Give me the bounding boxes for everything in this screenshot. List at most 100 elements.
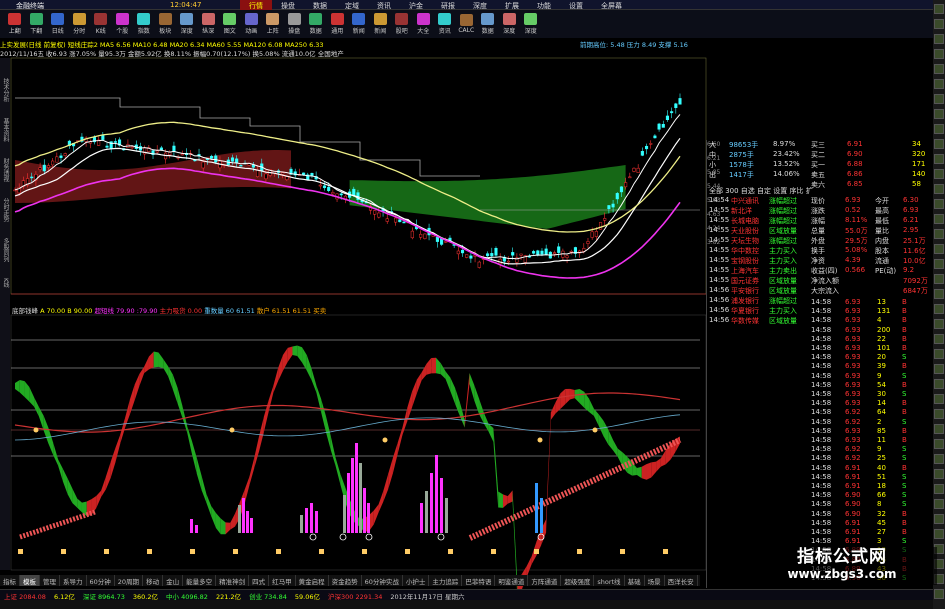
indicator-tab-8[interactable]: 能量多空 <box>183 575 217 586</box>
scroll-button[interactable] <box>934 274 944 284</box>
indicator-tab-12[interactable]: 黄金启程 <box>296 575 329 586</box>
scroll-button[interactable] <box>934 589 944 599</box>
book-vol: 171 <box>912 160 926 168</box>
candle-body <box>377 212 381 218</box>
indicator-tab-2[interactable]: 管理 <box>40 575 60 586</box>
indicator-tab-18[interactable]: 明鉴通道 <box>495 575 529 586</box>
indicator-tab-23[interactable]: 场景 <box>645 575 665 586</box>
indicator-tab-15[interactable]: 小护士 <box>403 575 430 586</box>
scroll-button[interactable] <box>934 469 944 479</box>
indicator-tab-14[interactable]: 60分钟实战 <box>362 575 403 586</box>
scroll-button[interactable] <box>934 409 944 419</box>
scroll-button[interactable] <box>934 94 944 104</box>
indicator-tab-19[interactable]: 方阵通道 <box>528 575 562 586</box>
hand-marker-icon <box>319 549 324 554</box>
oscillator-band <box>641 464 647 480</box>
scroll-button[interactable] <box>934 529 944 539</box>
tick-price: 6.92 <box>845 417 861 426</box>
indicator-tab-11[interactable]: 红马甲 <box>269 575 296 586</box>
scroll-button[interactable] <box>934 214 944 224</box>
tick-time: 14:58 <box>811 509 832 518</box>
scroll-button[interactable] <box>934 49 944 59</box>
volume-bar <box>315 511 318 533</box>
panel-tab-row: 全部 300 自选 自定 设置 序比 扩 <box>707 186 932 196</box>
scroll-button[interactable] <box>934 259 944 269</box>
indicator-tab-22[interactable]: 基础 <box>625 575 645 586</box>
tick-time: 14:58 <box>811 426 832 435</box>
tick-price: 6.92 <box>845 408 861 417</box>
indicator-tab-3[interactable]: 系导力 <box>60 575 87 586</box>
tick-price: 6.93 <box>845 307 861 316</box>
tick-dir: B <box>902 334 907 343</box>
scroll-button[interactable] <box>934 79 944 89</box>
scroll-button[interactable] <box>934 184 944 194</box>
oscillator-band <box>526 556 532 577</box>
scroll-button[interactable] <box>934 229 944 239</box>
indicator-tab-21[interactable]: short线 <box>594 575 625 586</box>
scroll-button[interactable] <box>934 424 944 434</box>
watermark: 指标公式网 www.zbgs3.com <box>747 547 937 585</box>
scroll-button[interactable] <box>934 454 944 464</box>
scroll-button[interactable] <box>934 514 944 524</box>
scroll-button[interactable] <box>934 334 944 344</box>
indicator-tab-4[interactable]: 60分钟 <box>87 575 115 586</box>
oscillator-band <box>507 490 513 504</box>
scroll-button[interactable] <box>934 109 944 119</box>
candle-body <box>661 124 665 128</box>
tick-dir: B <box>902 518 907 527</box>
indicator-tab-20[interactable]: 超级强度 <box>561 575 595 586</box>
scroll-button[interactable] <box>934 439 944 449</box>
scroll-button[interactable] <box>934 244 944 254</box>
scroll-button[interactable] <box>934 379 944 389</box>
indicator-tab-10[interactable]: 四式 <box>249 575 270 586</box>
tick-dir: S <box>902 482 907 490</box>
indicator-tab-17[interactable]: 巴菲特语 <box>462 575 496 586</box>
scroll-button[interactable] <box>934 154 944 164</box>
scroll-button[interactable] <box>934 499 944 509</box>
scroll-button[interactable] <box>934 289 944 299</box>
candle-body <box>670 111 674 114</box>
scroll-button[interactable] <box>934 319 944 329</box>
scroll-button[interactable] <box>934 364 944 374</box>
indicator-tab-7[interactable]: 金山 <box>163 575 184 586</box>
candle-body <box>469 255 473 259</box>
oscillator-band <box>440 363 446 380</box>
candle-body <box>38 167 42 170</box>
scroll-button[interactable] <box>934 169 944 179</box>
scroll-button[interactable] <box>934 4 944 14</box>
vertical-scrollbar[interactable] <box>933 0 945 609</box>
candle-body <box>51 160 55 166</box>
indicator-tab-9[interactable]: 精准神剑 <box>216 575 250 586</box>
indicator-tab-1[interactable]: 模板 <box>20 575 40 586</box>
tick-price: 6.90 <box>845 500 861 509</box>
tick-dir: S <box>902 500 907 509</box>
scroll-button[interactable] <box>934 64 944 74</box>
scroll-button[interactable] <box>934 34 944 44</box>
tick-vol: 66 <box>877 491 886 500</box>
indicator-tab-5[interactable]: 20周期 <box>115 575 144 586</box>
indicator-tab-24[interactable]: 西洋长安 <box>665 575 698 586</box>
indicator-tab-13[interactable]: 资金趋势 <box>329 575 362 586</box>
scroll-button[interactable] <box>934 19 944 29</box>
tick-vol: 27 <box>877 528 886 536</box>
tick-time: 14:58 <box>811 454 832 463</box>
indicator-tab-6[interactable]: 移动 <box>143 575 164 586</box>
news-row: 14:55 天业股份 区域放量 <box>707 226 932 236</box>
tick-vol: 9 <box>877 371 882 380</box>
scroll-button[interactable] <box>934 484 944 494</box>
scroll-button[interactable] <box>934 304 944 314</box>
indicator-big: 重数量 60 61.51 <box>204 307 255 315</box>
indicator-tab-0[interactable]: 指标 <box>0 575 20 586</box>
scroll-button[interactable] <box>934 124 944 134</box>
oscillator-band <box>172 374 178 404</box>
oscillator-band <box>636 466 642 479</box>
candle-body <box>322 185 327 189</box>
news-row: 14:56 平安银行 区域放量 <box>707 286 932 296</box>
oscillator-band <box>24 381 30 402</box>
scroll-button[interactable] <box>934 349 944 359</box>
indicator-tab-16[interactable]: 主力追踪 <box>429 575 463 586</box>
scroll-button[interactable] <box>934 394 944 404</box>
candle-body <box>285 176 289 180</box>
scroll-button[interactable] <box>934 139 944 149</box>
scroll-button[interactable] <box>934 199 944 209</box>
